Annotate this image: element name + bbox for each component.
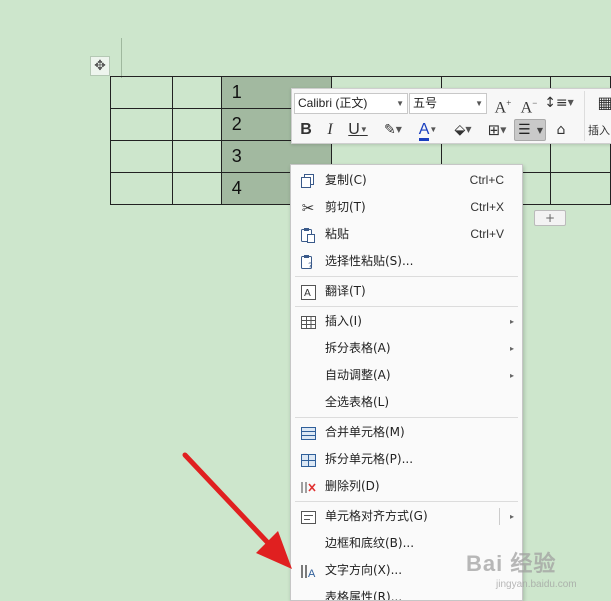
menu-item-paste[interactable]: 粘贴 Ctrl+V	[291, 221, 522, 248]
menu-item-delete-column[interactable]: 删除列(D)	[291, 473, 522, 500]
chevron-down-icon: ▼	[475, 99, 483, 108]
font-size-select[interactable]: 五号 ▼	[409, 93, 487, 114]
menu-item-split-table[interactable]: 拆分表格(A) ▸	[291, 335, 522, 362]
menu-item-split-cells[interactable]: 拆分单元格(P)...	[291, 446, 522, 473]
menu-item-cell-alignment[interactable]: 单元格对齐方式(G) ▸	[291, 503, 522, 530]
watermark-main-text: Bai 经验	[466, 551, 557, 576]
copy-icon	[300, 173, 316, 189]
font-name-value: Calibri (正文)	[298, 96, 368, 110]
font-size-value: 五号	[413, 96, 438, 110]
scissors-icon: ✂	[301, 198, 315, 217]
move-cross-icon: ✥	[94, 58, 106, 74]
svg-text:A: A	[304, 288, 311, 299]
font-name-select[interactable]: Calibri (正文) ▼	[294, 93, 408, 114]
table-cell[interactable]	[110, 76, 173, 109]
align-button[interactable]: ☰ ▼	[514, 119, 546, 141]
submenu-arrow-icon: ▸	[509, 512, 514, 521]
paste-icon	[300, 227, 316, 243]
menu-item-autofit[interactable]: 自动调整(A) ▸	[291, 362, 522, 389]
insert-table-button[interactable]: ▦	[592, 92, 611, 114]
menu-item-merge-cells[interactable]: 合并单元格(M)	[291, 419, 522, 446]
bold-button[interactable]: B	[296, 119, 316, 141]
shading-button[interactable]: ⬙▼	[448, 119, 478, 141]
table-cell[interactable]	[110, 172, 173, 205]
paste-special-icon: ?	[300, 254, 316, 270]
border-grid-icon: ⊞	[487, 121, 501, 139]
table-cell[interactable]	[171, 108, 222, 141]
shrink-font-icon: A	[520, 99, 533, 117]
highlight-button[interactable]: ✎▼	[378, 119, 408, 141]
text-direction-icon: A	[300, 563, 316, 579]
table-grid-icon: ▦	[597, 93, 611, 112]
margin-marker	[121, 38, 122, 78]
menu-item-paste-special[interactable]: ? 选择性粘贴(S)...	[291, 248, 522, 275]
highlight-pen-icon: ✎	[384, 122, 396, 138]
menu-item-insert[interactable]: 插入(I) ▸	[291, 308, 522, 335]
grow-font-button[interactable]: A+	[492, 92, 514, 117]
borders-button[interactable]: ⊞▼	[482, 119, 512, 141]
baidu-watermark: Bai 经验 jingyan.baidu.com	[466, 546, 606, 598]
table-cell[interactable]	[171, 172, 222, 205]
insert-label[interactable]: 插入	[588, 122, 610, 138]
table-cell[interactable]	[550, 172, 611, 205]
submenu-arrow-icon: ▸	[509, 317, 514, 326]
svg-text:?: ?	[308, 262, 313, 270]
line-spacing-icon: ↕≡	[544, 95, 568, 111]
align-justify-icon: ☰	[518, 122, 531, 138]
translate-icon: A	[300, 284, 316, 300]
menu-item-select-table[interactable]: 全选表格(L)	[291, 389, 522, 416]
font-color-button[interactable]: A▼	[414, 119, 442, 142]
watermark-url: jingyan.baidu.com	[496, 579, 577, 590]
menu-separator	[295, 501, 518, 502]
table-cell[interactable]	[171, 76, 222, 109]
table-move-handle[interactable]: ✥	[90, 56, 110, 76]
table-cell[interactable]	[110, 140, 173, 173]
split-cells-icon	[300, 452, 316, 468]
svg-text:A: A	[308, 568, 316, 579]
underline-button[interactable]: U▼	[344, 119, 372, 141]
cell-fill-button[interactable]: ⌂	[550, 119, 572, 141]
submenu-divider	[499, 508, 500, 525]
context-menu: 复制(C) Ctrl+C ✂ 剪切(T) Ctrl+X 粘贴 Ctrl+V ? …	[290, 164, 523, 601]
paint-bucket-icon: ⬙	[454, 122, 466, 138]
chevron-down-icon: ▼	[536, 126, 543, 135]
submenu-arrow-icon: ▸	[509, 371, 514, 380]
table-insert-icon	[300, 314, 316, 330]
menu-item-translate[interactable]: A 翻译(T)	[291, 278, 522, 305]
underline-icon: U	[348, 121, 360, 139]
grow-font-icon: A	[494, 99, 507, 117]
toolbar-divider	[584, 91, 585, 141]
menu-item-copy[interactable]: 复制(C) Ctrl+C	[291, 167, 522, 194]
delete-column-icon	[300, 479, 316, 495]
chevron-down-icon: ▼	[396, 99, 404, 108]
shrink-font-button[interactable]: A−	[518, 92, 540, 117]
add-row-button[interactable]: +	[534, 210, 566, 226]
table-cell[interactable]	[550, 140, 611, 173]
merge-cells-icon	[300, 425, 316, 441]
font-color-icon: A	[418, 122, 430, 142]
eraser-icon: ⌂	[556, 122, 566, 138]
italic-button[interactable]: I	[320, 119, 340, 141]
cell-align-icon	[300, 509, 316, 525]
table-cell[interactable]	[171, 140, 222, 173]
line-spacing-button[interactable]: ↕≡▼	[544, 92, 574, 114]
menu-separator	[295, 306, 518, 307]
floating-format-toolbar: Calibri (正文) ▼ 五号 ▼ A+ A− ↕≡▼ ▦ B I U▼ ✎…	[291, 88, 611, 144]
table-cell[interactable]	[110, 108, 173, 141]
menu-separator	[295, 276, 518, 277]
submenu-arrow-icon: ▸	[509, 344, 514, 353]
menu-separator	[295, 417, 518, 418]
menu-item-cut[interactable]: ✂ 剪切(T) Ctrl+X	[291, 194, 522, 221]
